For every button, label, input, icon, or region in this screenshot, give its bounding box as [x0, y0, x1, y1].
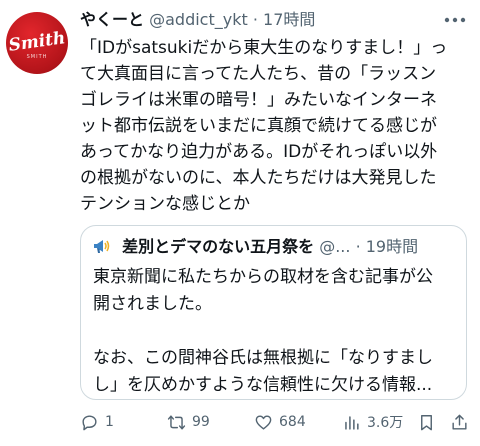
tweet-body-line: 「IDがsatsukiだから東大生のなりすまし！」っ	[80, 38, 448, 58]
reply-count: 1	[105, 414, 114, 430]
tweet-header: やくーと @addict_ykt · 17時間	[80, 9, 440, 31]
megaphone-icon	[94, 240, 110, 253]
bookmark-icon	[421, 414, 432, 430]
reply-icon	[82, 414, 97, 430]
like-icon	[255, 414, 272, 430]
quoted-author-handle[interactable]: @...	[319, 237, 350, 256]
avatar[interactable]: Smith SMITH	[6, 12, 68, 74]
header-separator: ·	[252, 10, 258, 29]
more-horizontal-icon[interactable]	[442, 8, 468, 30]
quoted-body-line: 東京新聞に私たちからの取材を含む記事が公	[93, 267, 433, 287]
quoted-author-name[interactable]: 差別とデマのない五月祭を	[122, 237, 314, 256]
tweet-timestamp[interactable]: 17時間	[263, 10, 315, 29]
quoted-timestamp[interactable]: 19時間	[366, 237, 418, 256]
quoted-body-line: 開されました。	[93, 294, 212, 314]
views-count: 3.6万	[367, 415, 404, 431]
reply-button[interactable]: 1	[80, 410, 114, 434]
share-icon	[452, 414, 467, 430]
author-name[interactable]: やくーと	[80, 10, 144, 29]
repost-button[interactable]: 99	[167, 410, 210, 434]
quoted-header: 差別とデマのない五月祭を @... · 19時間	[93, 236, 418, 258]
bookmark-button[interactable]	[417, 410, 436, 434]
like-button[interactable]: 684	[254, 410, 306, 434]
quoted-tweet-card[interactable]: 差別とデマのない五月祭を @... · 19時間 東京新聞に私たちからの取材を含…	[80, 225, 467, 400]
repost-count: 99	[192, 414, 210, 430]
quoted-body: 東京新聞に私たちからの取材を含む記事が公 開されました。 なお、この間神谷氏は無…	[93, 264, 455, 399]
repost-icon	[167, 414, 186, 430]
author-handle[interactable]: @addict_ykt	[149, 10, 248, 29]
quoted-body-line: なお、この間神谷氏は無根拠に「なりすまし	[93, 348, 433, 368]
like-count: 684	[279, 414, 306, 430]
tweet-body-line: あってかなり迫力がある。IDがそれっぽい以外	[80, 142, 438, 162]
tweet-body-line: の根拠がないのに、本人たちだけは大発見した	[80, 168, 437, 188]
tweet-body-line: ゴレライは米軍の暗号！」みたいなインターネ	[80, 90, 437, 110]
tweet-actions: 1 99 684 3.6万	[80, 410, 470, 434]
views-button[interactable]: 3.6万	[342, 410, 403, 434]
avatar-brand-text: Smith	[7, 28, 67, 56]
views-icon	[345, 415, 359, 430]
tweet-body-line: ット都市伝説をいまだに真顔で続けてる感じが	[80, 116, 437, 136]
tweet-body-line: テンションな感じとか	[80, 194, 250, 214]
tweet-body: 「IDがsatsukiだから東大生のなりすまし！」っ て大真面目に言ってた人たち…	[80, 35, 472, 217]
tweet-body-line: て大真面目に言ってた人たち、昔の「ラッスン	[80, 64, 437, 84]
share-button[interactable]	[450, 410, 469, 434]
quoted-body-line: し」を仄めかすような信頼性に欠ける情報...	[93, 375, 433, 395]
more-dots-graphic	[444, 17, 466, 23]
avatar-sub-text: SMITH	[26, 54, 48, 60]
quoted-body-gap	[93, 318, 455, 345]
quoted-separator: ·	[355, 237, 361, 256]
